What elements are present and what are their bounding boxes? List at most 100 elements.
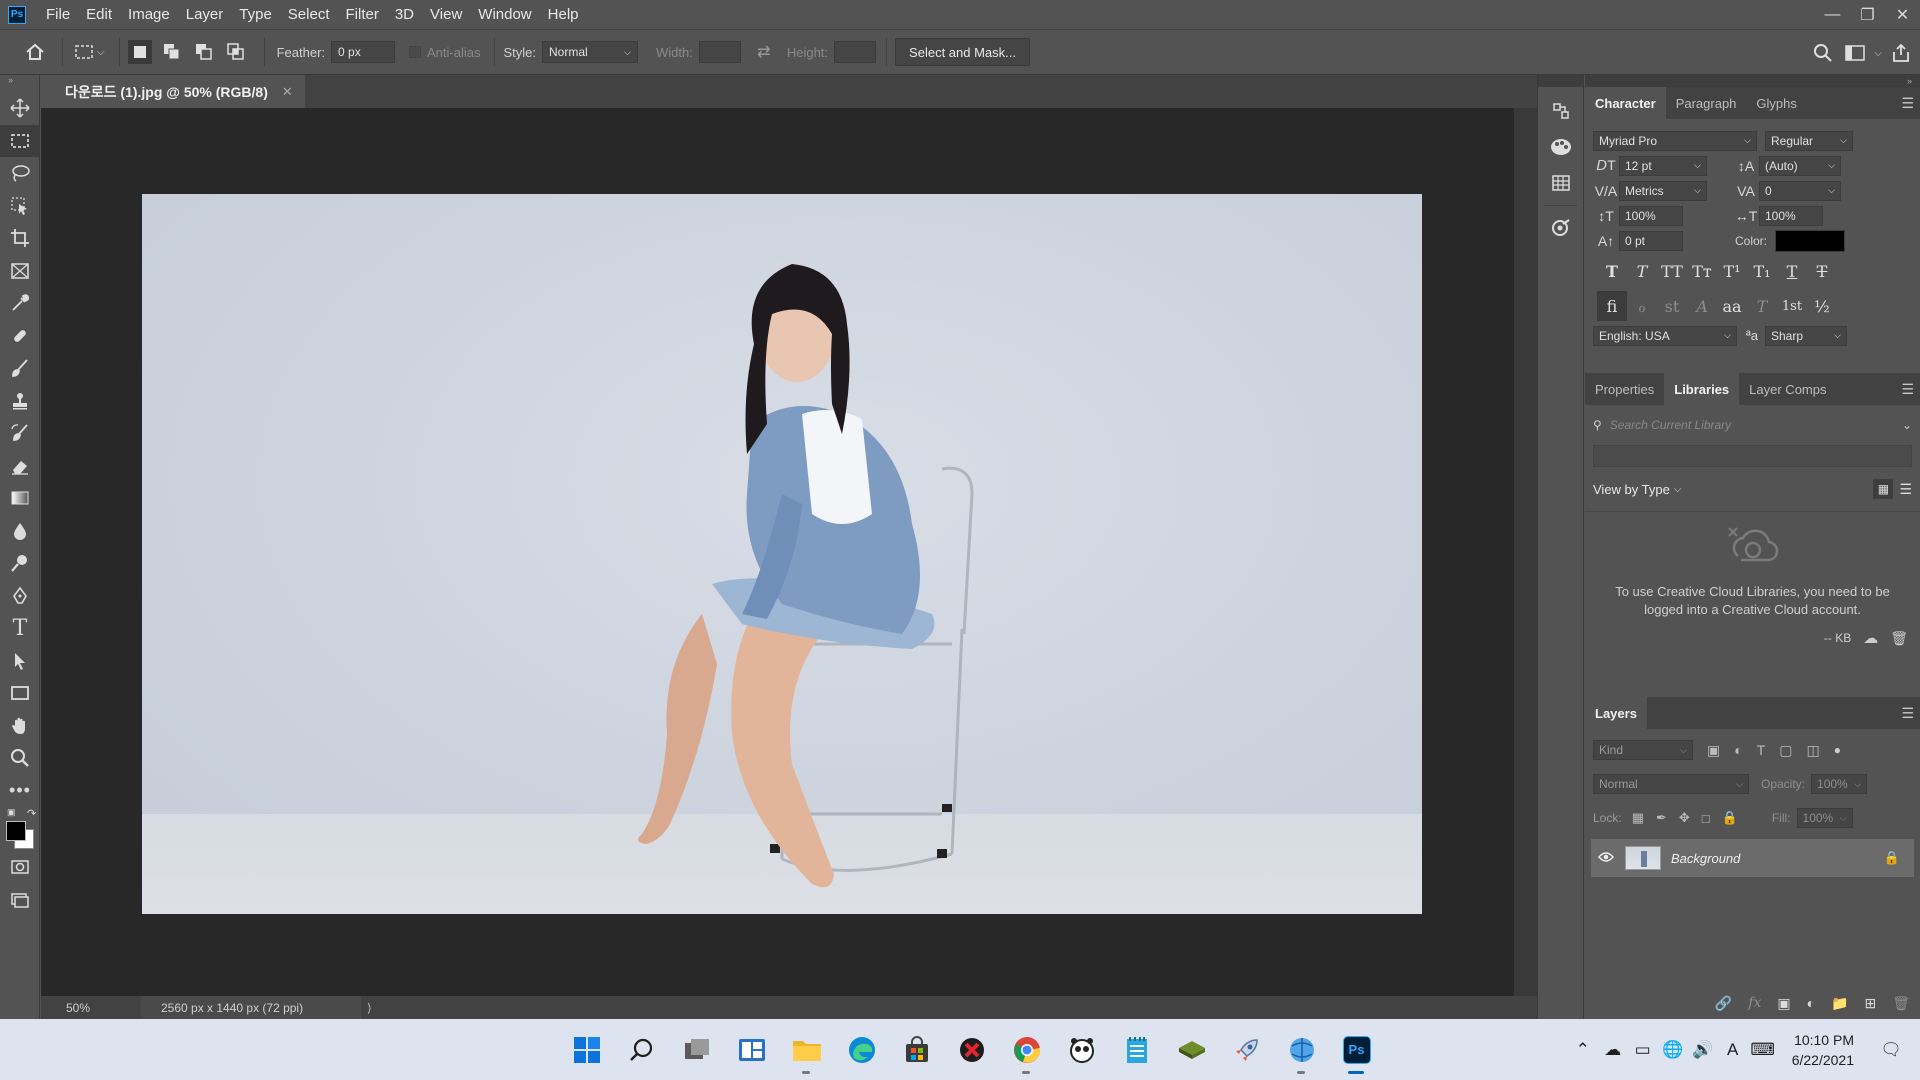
- superscript-button[interactable]: T¹: [1717, 256, 1747, 286]
- type-tool-icon[interactable]: T: [0, 612, 40, 645]
- rocket-app-icon[interactable]: [1219, 1019, 1274, 1080]
- small-caps-button[interactable]: Tт: [1687, 256, 1717, 286]
- filter-toggle-icon[interactable]: ●: [1834, 743, 1841, 757]
- gradient-tool-icon[interactable]: [0, 482, 40, 515]
- game-app-icon[interactable]: [944, 1019, 999, 1080]
- tab-glyphs[interactable]: Glyphs: [1746, 87, 1806, 119]
- keyboard-layout-icon[interactable]: ⌨: [1748, 1040, 1778, 1060]
- quick-mask-icon[interactable]: [0, 851, 40, 884]
- more-tools-icon[interactable]: •••: [0, 775, 40, 808]
- battery-icon[interactable]: ▭: [1628, 1040, 1658, 1060]
- collapse-toolbar-icon[interactable]: »: [0, 75, 39, 92]
- rectangle-tool-icon[interactable]: [0, 677, 40, 710]
- layer-filter-kind[interactable]: Kind ⌵: [1593, 740, 1693, 760]
- color-panel-icon[interactable]: [1538, 129, 1584, 165]
- style-select[interactable]: Normal ⌵: [542, 41, 638, 63]
- menu-layer[interactable]: Layer: [178, 0, 232, 29]
- height-input[interactable]: [834, 41, 877, 63]
- rectangular-marquee-tool-icon[interactable]: [0, 124, 40, 157]
- filter-pixel-icon[interactable]: ▣: [1707, 742, 1720, 759]
- lasso-tool-icon[interactable]: [0, 157, 40, 190]
- tab-libraries[interactable]: Libraries: [1664, 373, 1740, 405]
- hand-tool-icon[interactable]: [0, 710, 40, 743]
- healing-brush-tool-icon[interactable]: [0, 320, 40, 353]
- history-panel-icon[interactable]: [1538, 93, 1584, 129]
- text-color-swatch[interactable]: [1775, 229, 1846, 252]
- titling-alternates-button[interactable]: T: [1747, 291, 1777, 321]
- opacity-input[interactable]: 100% ⌵: [1811, 774, 1868, 794]
- underline-button[interactable]: T: [1777, 256, 1807, 286]
- mascot-app-icon[interactable]: [1054, 1019, 1109, 1080]
- tab-character[interactable]: Character: [1585, 87, 1666, 119]
- add-mask-icon[interactable]: ▣: [1777, 995, 1790, 1012]
- chevron-right-icon[interactable]: ⟩: [367, 1001, 372, 1015]
- onedrive-icon[interactable]: ☁: [1598, 1040, 1628, 1060]
- vertical-scale-input[interactable]: 100%: [1619, 205, 1683, 226]
- menu-filter[interactable]: Filter: [338, 0, 387, 29]
- learn-panel-icon[interactable]: [1538, 210, 1584, 246]
- document-tab[interactable]: 다운로드 (1).jpg @ 50% (RGB/8) ✕: [41, 75, 305, 108]
- dodge-tool-icon[interactable]: [0, 547, 40, 580]
- stylistic-alternates-button[interactable]: aa: [1717, 291, 1747, 321]
- clone-stamp-tool-icon[interactable]: [0, 385, 40, 418]
- fill-input[interactable]: 100% ⌵: [1796, 808, 1853, 828]
- new-layer-icon[interactable]: ⊞: [1864, 995, 1876, 1012]
- eye-icon[interactable]: [1591, 850, 1621, 866]
- minimize-icon[interactable]: —: [1815, 0, 1850, 29]
- discretionary-ligatures-button[interactable]: st: [1657, 291, 1687, 321]
- grid-view-icon[interactable]: ▦: [1873, 479, 1894, 499]
- chevron-down-icon[interactable]: ⌵: [1874, 48, 1882, 59]
- home-icon[interactable]: [22, 39, 48, 65]
- panel-menu-icon[interactable]: ☰: [1901, 381, 1914, 398]
- library-search[interactable]: ⚲ Search Current Library ⌄: [1593, 413, 1912, 437]
- subtract-from-selection-icon[interactable]: [192, 40, 216, 64]
- library-dropdown[interactable]: [1593, 445, 1912, 467]
- lock-position-icon[interactable]: ✥: [1679, 810, 1690, 826]
- brush-tool-icon[interactable]: [0, 352, 40, 385]
- zoom-level[interactable]: 50%: [41, 1001, 111, 1015]
- eyedropper-tool-icon[interactable]: [0, 287, 40, 320]
- taskbar-clock[interactable]: 10:10 PM 6/22/2021: [1792, 1030, 1854, 1070]
- canvas-area[interactable]: [41, 108, 1514, 996]
- swap-colors-icon[interactable]: ↷: [27, 807, 36, 820]
- search-icon[interactable]: [614, 1019, 669, 1080]
- move-tool-icon[interactable]: [0, 92, 40, 125]
- font-style-select[interactable]: Regular ⌵: [1765, 130, 1853, 151]
- layer-name[interactable]: Background: [1671, 851, 1884, 866]
- share-icon[interactable]: [1888, 40, 1914, 66]
- lock-all-icon[interactable]: 🔒: [1722, 810, 1738, 826]
- tab-paragraph[interactable]: Paragraph: [1666, 87, 1747, 119]
- view-by-type-button[interactable]: View by Type: [1593, 482, 1670, 497]
- volume-icon[interactable]: 🔊: [1688, 1040, 1718, 1060]
- path-selection-tool-icon[interactable]: [0, 645, 40, 678]
- frame-tool-icon[interactable]: [0, 255, 40, 288]
- all-caps-button[interactable]: TT: [1657, 256, 1687, 286]
- microsoft-store-icon[interactable]: [889, 1019, 944, 1080]
- ligatures-button[interactable]: fi: [1597, 291, 1627, 321]
- feather-input[interactable]: [331, 41, 396, 63]
- task-view-icon[interactable]: [669, 1019, 724, 1080]
- language-select[interactable]: English: USA ⌵: [1593, 325, 1737, 346]
- adjustment-layer-icon[interactable]: ◐: [1807, 995, 1815, 1011]
- globe-icon[interactable]: 🌐: [1658, 1040, 1688, 1060]
- close-icon[interactable]: ✕: [1885, 0, 1920, 29]
- menu-file[interactable]: File: [38, 0, 78, 29]
- widgets-icon[interactable]: [724, 1019, 779, 1080]
- chevron-down-icon[interactable]: ⌵: [1674, 484, 1682, 495]
- anti-alias-select[interactable]: Sharp ⌵: [1765, 325, 1847, 346]
- menu-help[interactable]: Help: [540, 0, 587, 29]
- faux-bold-button[interactable]: T: [1597, 256, 1627, 286]
- trash-icon[interactable]: 🗑: [1890, 630, 1908, 647]
- tracking-input[interactable]: 0 ⌵: [1759, 180, 1841, 201]
- anti-alias-checkbox[interactable]: [409, 46, 422, 58]
- new-group-icon[interactable]: 📁: [1831, 995, 1848, 1012]
- tab-layers[interactable]: Layers: [1585, 697, 1647, 729]
- font-family-select[interactable]: Myriad Pro ⌵: [1593, 130, 1757, 151]
- width-input[interactable]: [698, 41, 741, 63]
- collapse-panels-bar[interactable]: [1538, 75, 1583, 87]
- cloud-sync-icon[interactable]: ☁: [1863, 629, 1878, 647]
- search-icon[interactable]: [1810, 40, 1836, 66]
- faux-italic-button[interactable]: T: [1627, 256, 1657, 286]
- swash-button[interactable]: A: [1687, 291, 1717, 321]
- rectangular-marquee-preset-icon[interactable]: [71, 39, 97, 65]
